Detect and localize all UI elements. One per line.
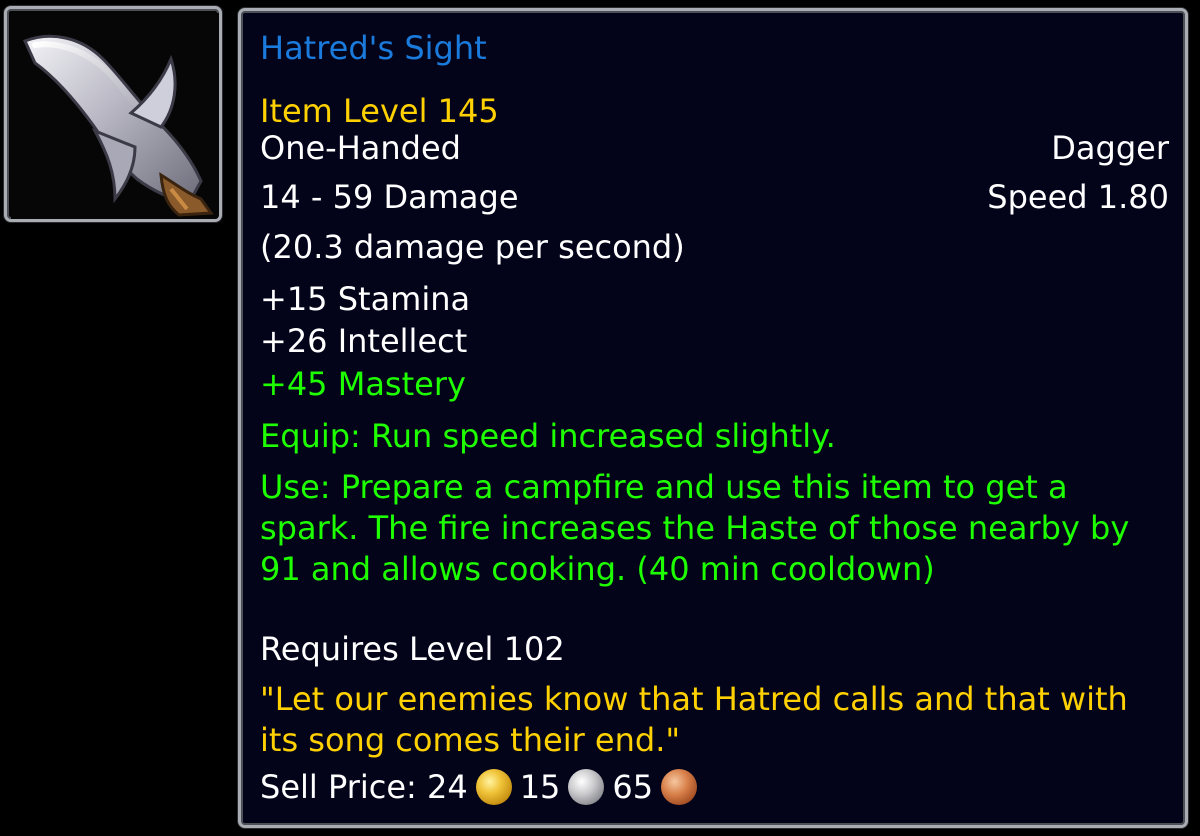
item-speed: Speed 1.80 [987, 178, 1169, 216]
item-damage: 14 - 59 Damage [260, 178, 519, 216]
copper-coin-icon [661, 769, 698, 805]
sell-price-row: Sell Price: 24 15 65 [260, 767, 1169, 807]
item-tooltip: Hatred's Sight Item Level 145 One-Handed… [238, 8, 1188, 828]
stat-mastery: +45 Mastery [260, 365, 466, 403]
dagger-icon [11, 13, 219, 219]
sell-price-copper: 65 [612, 768, 654, 806]
item-slot-row: One-Handed Dagger [260, 128, 1169, 168]
stat-stamina: +15 Stamina [260, 280, 471, 318]
sell-price-silver: 15 [519, 768, 561, 806]
silver-coin-icon [568, 769, 605, 805]
sell-price-gold: 24 [426, 768, 468, 806]
item-name: Hatred's Sight [260, 29, 487, 67]
flavor-text: "Let our enemies know that Hatred calls … [260, 680, 1128, 759]
item-slot: One-Handed [260, 129, 461, 167]
item-icon-frame[interactable] [4, 6, 222, 222]
sell-price-label: Sell Price: [260, 768, 417, 806]
item-level: Item Level 145 [260, 92, 499, 130]
required-level: Requires Level 102 [260, 630, 565, 668]
item-type: Dagger [1051, 129, 1169, 167]
gold-coin-icon [475, 769, 512, 805]
item-dps: (20.3 damage per second) [260, 228, 685, 266]
use-effect: Use: Prepare a campfire and use this ite… [260, 468, 1130, 588]
stat-intellect: +26 Intellect [260, 322, 468, 360]
item-damage-row: 14 - 59 Damage Speed 1.80 [260, 177, 1169, 217]
equip-effect: Equip: Run speed increased slightly. [260, 417, 836, 455]
